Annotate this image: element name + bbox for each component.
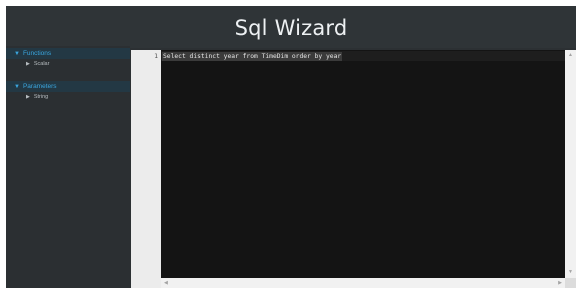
tree-node-label: Functions [22,50,52,57]
scroll-left-icon[interactable]: ◀ [164,281,168,286]
vertical-scrollbar[interactable]: ▲ ▼ [565,50,576,278]
scrollbar-corner [565,278,576,288]
tree-item-label: Scalar [33,60,50,67]
scroll-down-icon[interactable]: ▼ [568,270,573,275]
sidebar-tree: ▼ Functions ▶ Scalar ▼ Parameters ▶ Stri… [6,46,130,288]
code-area[interactable]: Select distinct year from TimeDim order … [161,50,565,278]
tree-item-label: String [33,93,49,100]
header: Sql Wizard [6,6,576,48]
code-line[interactable]: Select distinct year from TimeDim order … [161,51,565,61]
sql-editor[interactable]: 1 Select distinct year from TimeDim orde… [131,50,576,288]
tree-item-scalar[interactable]: ▶ Scalar [6,59,130,68]
horizontal-scrollbar[interactable]: ◀ ▶ [161,278,565,288]
caret-right-icon: ▶ [26,93,30,100]
page-title: Sql Wizard [234,16,348,40]
scroll-right-icon[interactable]: ▶ [558,281,562,286]
scroll-up-icon[interactable]: ▲ [568,53,573,58]
caret-down-icon: ▼ [14,50,20,57]
caret-down-icon: ▼ [14,83,20,90]
tree-node-label: Parameters [22,83,57,90]
caret-right-icon: ▶ [26,60,30,67]
line-number: 1 [154,52,158,60]
tree-node-functions[interactable]: ▼ Functions [6,48,130,59]
tree-item-string[interactable]: ▶ String [6,92,130,101]
line-number-gutter: 1 [131,50,161,288]
code-line-text[interactable]: Select distinct year from TimeDim order … [162,52,343,61]
tree-node-parameters[interactable]: ▼ Parameters [6,81,130,92]
sql-wizard-window: Sql Wizard ▼ Functions ▶ Scalar ▼ Parame… [6,6,576,288]
